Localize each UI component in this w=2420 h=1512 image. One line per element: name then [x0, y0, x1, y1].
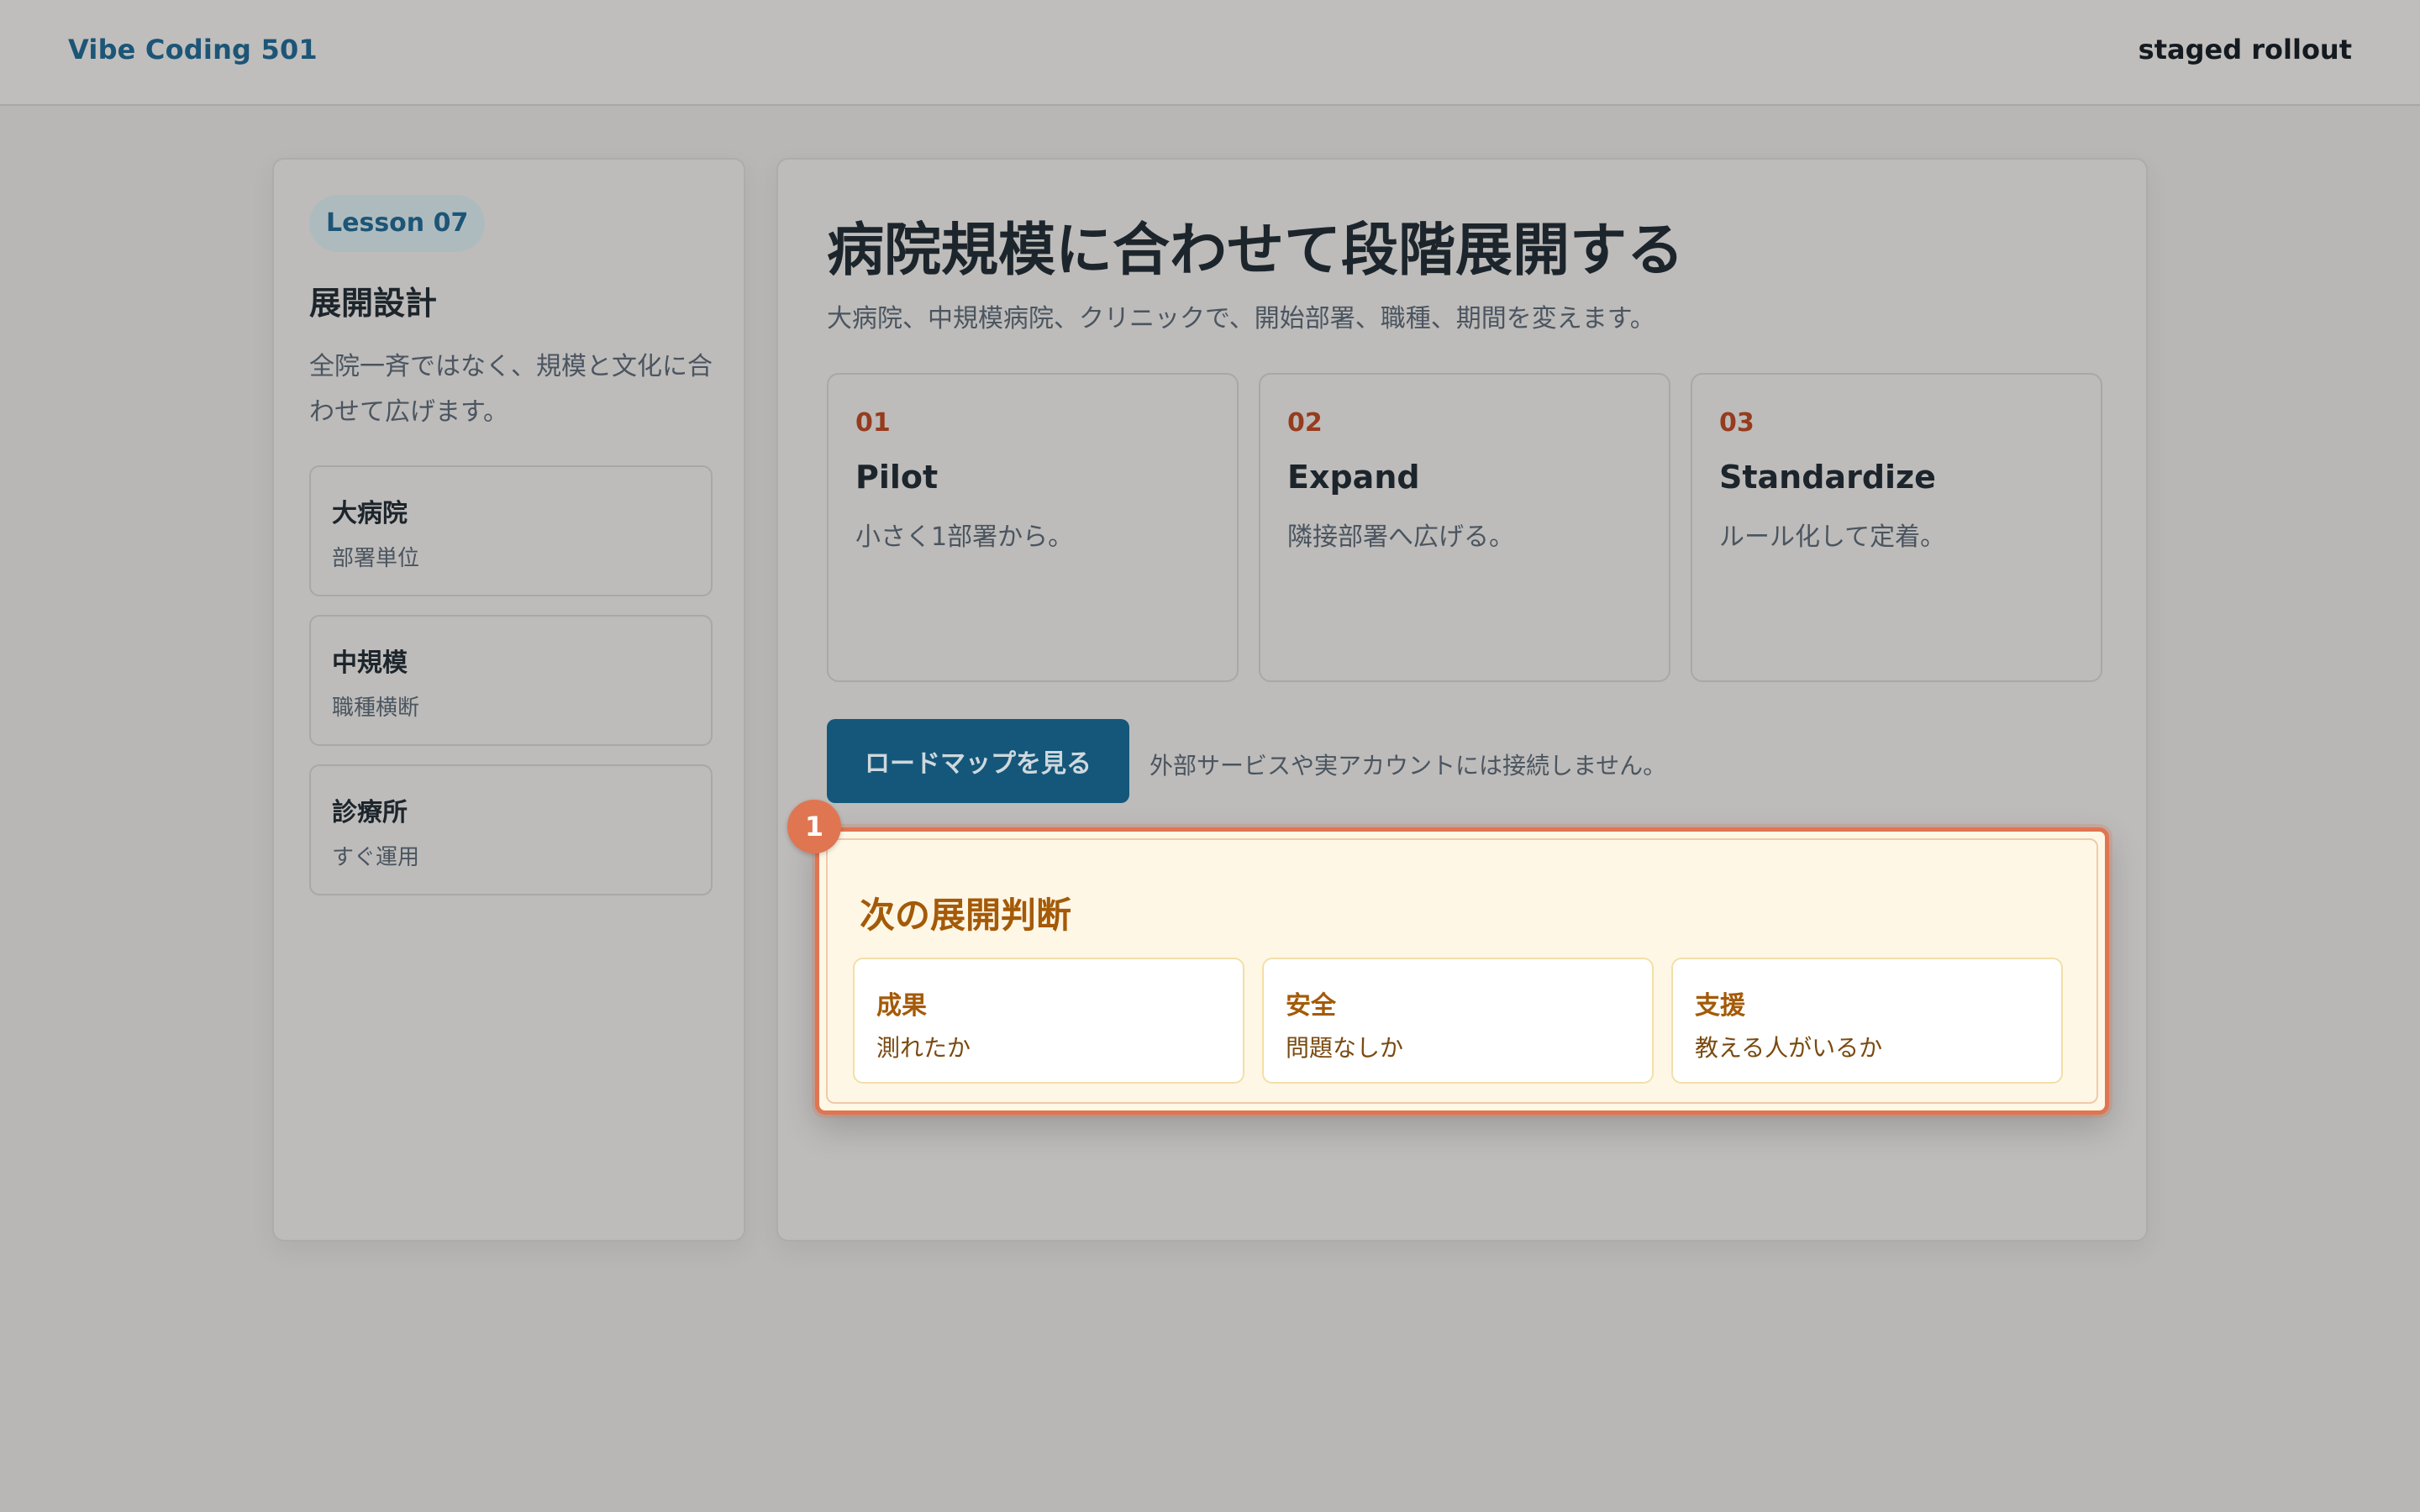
- step-marker-badge: 1: [787, 800, 841, 853]
- step-name: Expand: [1287, 459, 1420, 496]
- sidebar-item-mid-size[interactable]: 中規模 職種横断: [309, 615, 713, 746]
- sidebar-item-subtitle: 職種横断: [332, 696, 420, 721]
- decision-card-subtitle: 問題なしか: [1286, 1034, 1404, 1062]
- mode-label: staged rollout: [2138, 34, 2352, 66]
- step-name: Standardize: [1719, 459, 1936, 496]
- step-number: 01: [855, 408, 891, 438]
- step-name: Pilot: [855, 459, 939, 496]
- step-description: 隣接部署へ広げる。: [1287, 522, 1514, 552]
- sidebar-description: 全院一斉ではなく、規模と文化に合わせて広げます。: [309, 352, 713, 427]
- top-bar: Vibe Coding 501 staged rollout: [0, 0, 2420, 106]
- next-decision-inner: 次の展開判断 成果 測れたか 安全 問題なしか 支援 教える人がいるか: [826, 838, 2098, 1104]
- sidebar-item-title: 大病院: [332, 499, 408, 528]
- step-number: 03: [1719, 408, 1754, 438]
- sidebar: Lesson 07 展開設計 全院一斉ではなく、規模と文化に合わせて広げます。 …: [272, 158, 745, 1242]
- decision-card-results: 成果 測れたか: [853, 958, 1244, 1084]
- view-roadmap-button[interactable]: ロードマップを見る: [827, 719, 1129, 803]
- decision-card-title: 支援: [1695, 991, 1745, 1021]
- decision-card-safety: 安全 問題なしか: [1262, 958, 1654, 1084]
- decision-card-title: 成果: [876, 991, 927, 1021]
- decision-card-subtitle: 測れたか: [876, 1034, 971, 1062]
- step-description: 小さく1部署から。: [855, 522, 1074, 552]
- sidebar-item-large-hospital[interactable]: 大病院 部署単位: [309, 465, 713, 596]
- next-decision-panel: 次の展開判断 成果 測れたか 安全 問題なしか 支援 教える人がいるか: [815, 827, 2109, 1115]
- lesson-badge: Lesson 07: [309, 195, 486, 252]
- step-card-expand: 02 Expand 隣接部署へ広げる。: [1259, 373, 1670, 682]
- page-subtitle: 大病院、中規模病院、クリニックで、開始部署、職種、期間を変えます。: [827, 304, 1655, 333]
- sidebar-item-title: 中規模: [332, 648, 408, 678]
- sidebar-item-subtitle: すぐ運用: [332, 845, 420, 870]
- sidebar-item-subtitle: 部署単位: [332, 546, 420, 571]
- offline-note: 外部サービスや実アカウントには接続しません。: [1150, 752, 1667, 780]
- page-title: 病院規模に合わせて段階展開する: [827, 218, 1685, 284]
- decision-card-support: 支援 教える人がいるか: [1671, 958, 2063, 1084]
- sidebar-item-title: 診療所: [332, 798, 408, 827]
- brand-title[interactable]: Vibe Coding 501: [68, 34, 318, 66]
- sidebar-title: 展開設計: [309, 285, 438, 322]
- step-number: 02: [1287, 408, 1323, 438]
- step-card-standardize: 03 Standardize ルール化して定着。: [1691, 373, 2102, 682]
- step-card-pilot: 01 Pilot 小さく1部署から。: [827, 373, 1239, 682]
- decision-card-title: 安全: [1286, 991, 1336, 1021]
- decision-title: 次の展開判断: [860, 895, 1072, 936]
- decision-card-subtitle: 教える人がいるか: [1695, 1034, 1883, 1062]
- sidebar-item-clinic[interactable]: 診療所 すぐ運用: [309, 764, 713, 895]
- step-description: ルール化して定着。: [1719, 522, 1946, 552]
